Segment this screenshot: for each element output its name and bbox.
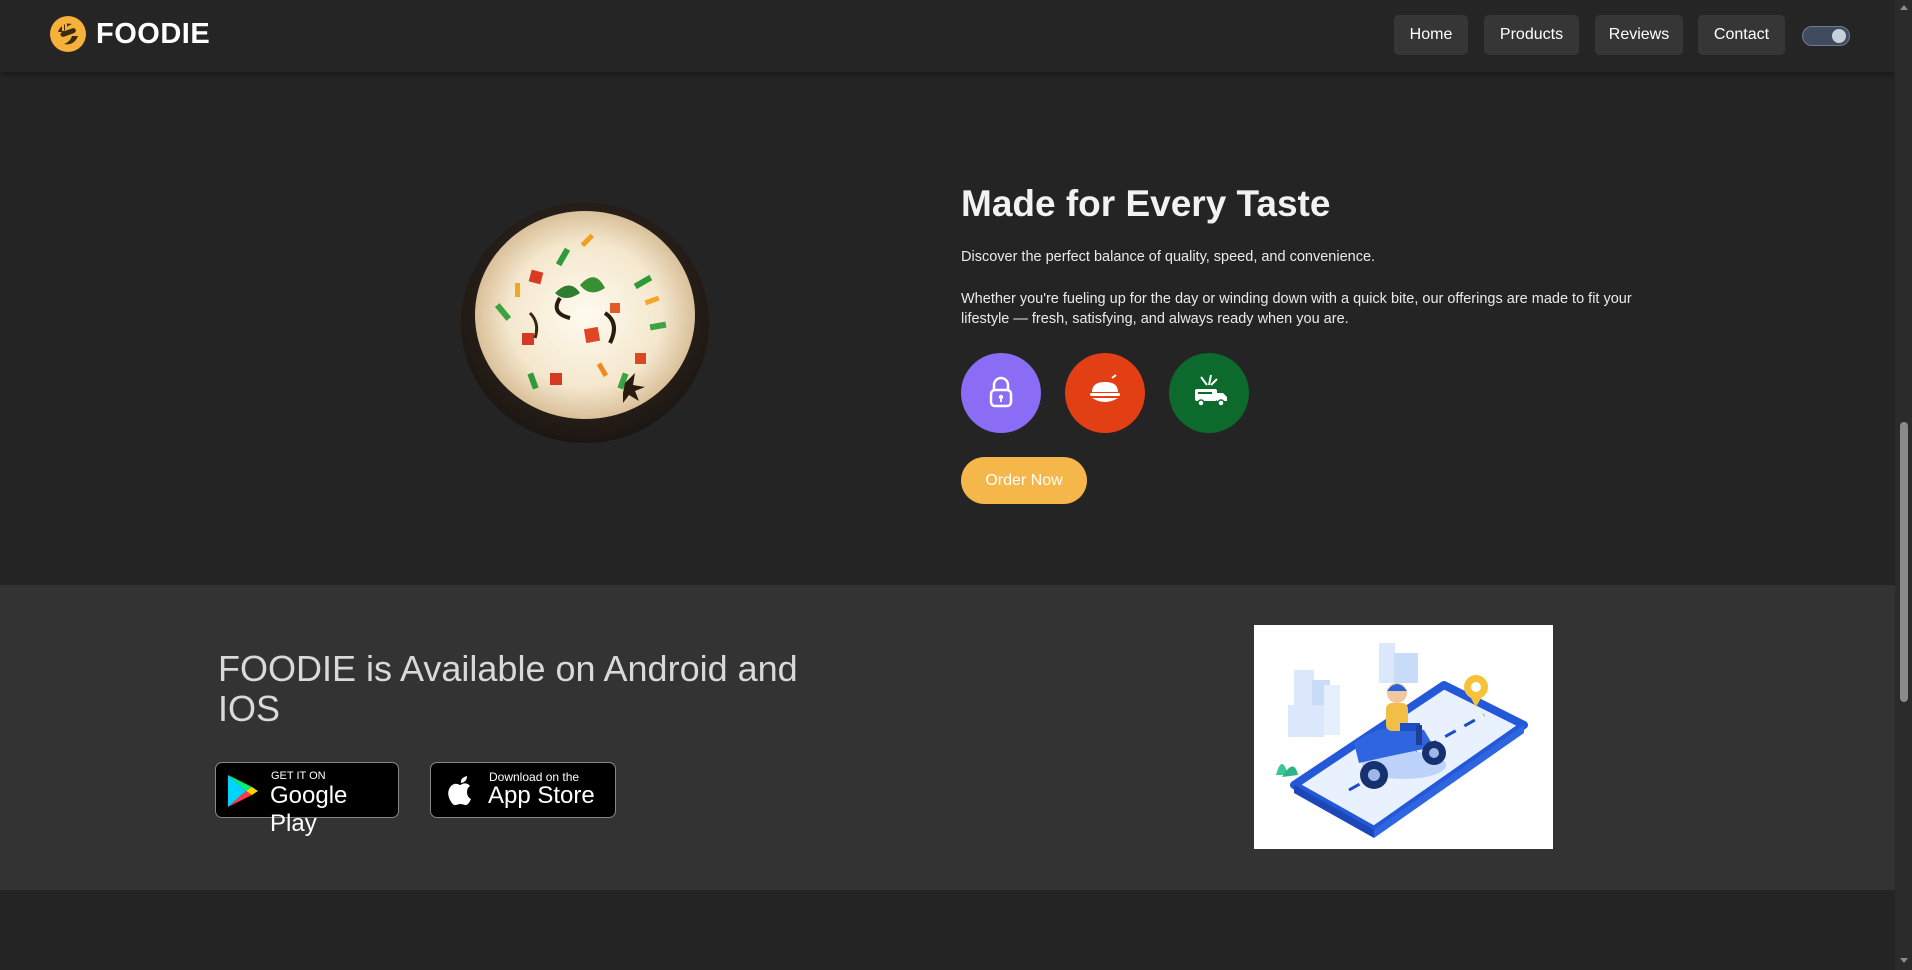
google-play-big-text: Google Play: [270, 782, 348, 837]
hero-paragraph-1: Discover the perfect balance of quality,…: [961, 249, 1376, 265]
feature-secure[interactable]: [961, 353, 1041, 433]
order-now-button[interactable]: Order Now: [961, 457, 1087, 504]
google-play-button[interactable]: GET IT ON Google Play: [215, 762, 399, 837]
apple-icon: [448, 776, 471, 806]
app-section-title: FOODIE is Available on Android and IOS: [218, 648, 798, 729]
delivery-truck-icon: [1195, 374, 1227, 407]
nav-contact[interactable]: Contact: [1698, 15, 1785, 55]
scooter-delivery-illustration: [1254, 625, 1553, 849]
scroll-thumb[interactable]: [1900, 422, 1908, 702]
fork-spoon-logo-icon: [50, 16, 86, 52]
brand-name: FOODIE: [96, 17, 211, 50]
toggle-knob: [1832, 29, 1846, 43]
hero-paragraph-2: Whether you're fueling up for the day or…: [961, 291, 1632, 327]
page-scrollbar[interactable]: [1895, 0, 1912, 970]
theme-toggle[interactable]: [1802, 26, 1850, 46]
nav-products[interactable]: Products: [1484, 15, 1579, 55]
app-download-section: [0, 585, 1895, 890]
feature-delivery[interactable]: [1169, 353, 1249, 433]
google-play-small-text: GET IT ON: [271, 770, 326, 782]
google-play-icon: [228, 775, 258, 807]
navbar: FOODIE Home Products Reviews Contact: [0, 0, 1895, 72]
scroll-down-icon[interactable]: [1900, 958, 1908, 963]
nav-home[interactable]: Home: [1394, 15, 1468, 55]
hero-title: Made for Every Taste: [961, 183, 1331, 224]
brand-logo[interactable]: FOODIE: [48, 14, 210, 54]
app-store-big-text: App Store: [488, 782, 595, 809]
feature-food[interactable]: [1065, 353, 1145, 433]
nav-reviews[interactable]: Reviews: [1595, 15, 1683, 55]
food-bowl-icon: [1090, 374, 1120, 402]
biryani-bowl-image: [461, 203, 709, 443]
scroll-up-icon[interactable]: [1900, 5, 1908, 10]
lock-icon: [989, 376, 1013, 408]
app-store-button[interactable]: Download on the App Store: [430, 762, 616, 818]
